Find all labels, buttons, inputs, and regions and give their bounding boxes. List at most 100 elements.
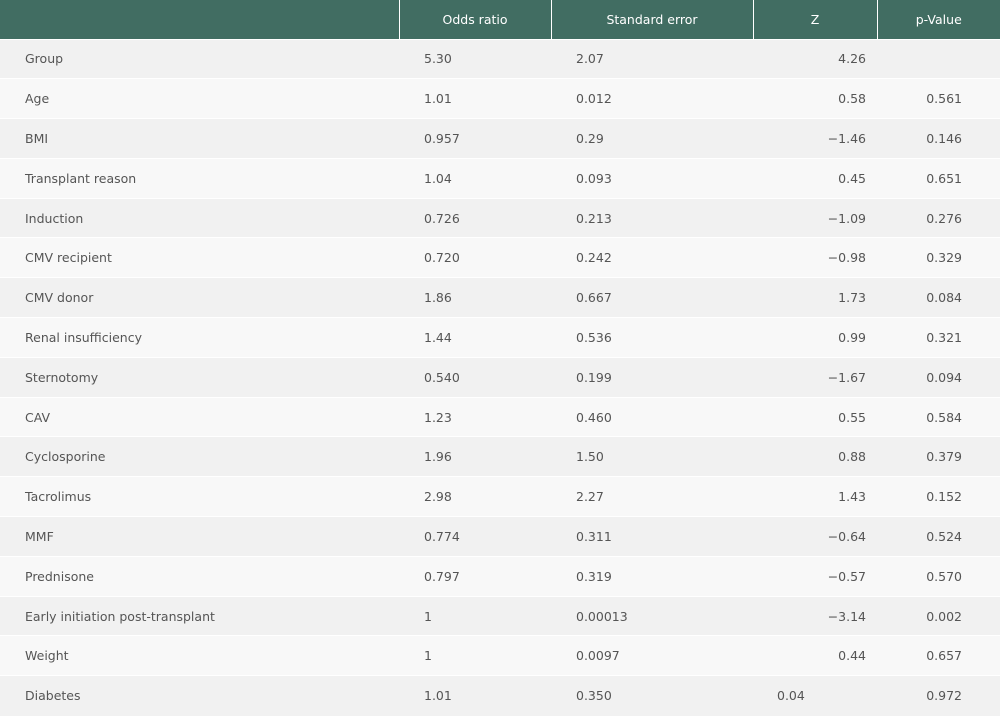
cell-p-value: 0.524	[926, 528, 962, 544]
cell-p-value: 0.276	[926, 210, 962, 226]
header-row: Odds ratio Standard error Z p-Value	[0, 0, 1000, 39]
cell-p-value: 0.321	[926, 329, 962, 345]
cell-z: 0.99	[838, 329, 866, 345]
cell-z: −1.46	[827, 130, 866, 146]
cell-z: −1.67	[827, 369, 866, 385]
cell-odds-ratio: 2.98	[424, 489, 452, 505]
cell-variable: Cyclosporine	[25, 449, 106, 465]
table-row: Age 1.01 0.012 0.58 0.561	[0, 78, 1000, 119]
header-variable	[0, 0, 399, 39]
cell-standard-error: 0.311	[576, 528, 612, 544]
cell-odds-ratio: 1.01	[424, 91, 452, 107]
cell-variable: Prednisone	[25, 568, 94, 584]
cell-p-value: 0.972	[926, 688, 962, 704]
cell-standard-error: 0.350	[576, 688, 612, 704]
cell-odds-ratio: 1.96	[424, 449, 452, 465]
table-row: CMV recipient 0.720 0.242 −0.98 0.329	[0, 237, 1000, 278]
cell-p-value: 0.379	[926, 449, 962, 465]
cell-odds-ratio: 1.04	[424, 170, 452, 186]
cell-standard-error: 0.012	[576, 91, 612, 107]
cell-p-value: 0.651	[926, 170, 962, 186]
table-row: Weight 1 0.0097 0.44 0.657	[0, 635, 1000, 676]
cell-z: 4.26	[838, 51, 866, 67]
cell-odds-ratio: 0.720	[424, 250, 460, 266]
cell-standard-error: 0.29	[576, 130, 604, 146]
cell-z: 1.43	[838, 489, 866, 505]
cell-variable: CMV donor	[25, 290, 94, 306]
cell-odds-ratio: 0.540	[424, 369, 460, 385]
table-row: Renal insufficiency 1.44 0.536 0.99 0.321	[0, 317, 1000, 358]
cell-standard-error: 0.319	[576, 568, 612, 584]
cell-p-value: 0.329	[926, 250, 962, 266]
table-row: Group 5.30 2.07 4.26	[0, 39, 1000, 79]
cell-variable: Early initiation post-transplant	[25, 608, 215, 624]
cell-odds-ratio: 0.774	[424, 528, 460, 544]
cell-standard-error: 0.242	[576, 250, 612, 266]
cell-odds-ratio: 1.01	[424, 688, 452, 704]
cell-z: −1.09	[827, 210, 866, 226]
cell-variable: Weight	[25, 648, 69, 664]
header-z: Z	[752, 0, 877, 39]
cell-variable: CAV	[25, 409, 51, 425]
cell-p-value: 0.584	[926, 409, 962, 425]
cell-standard-error: 1.50	[576, 449, 604, 465]
cell-odds-ratio: 0.957	[424, 130, 460, 146]
cell-variable: Transplant reason	[25, 170, 137, 186]
cell-standard-error: 0.199	[576, 369, 612, 385]
cell-p-value: 0.152	[926, 489, 962, 505]
table-row: Tacrolimus 2.98 2.27 1.43 0.152	[0, 476, 1000, 517]
cell-standard-error: 2.07	[576, 51, 604, 67]
regression-table: Odds ratio Standard error Z p-Value Grou…	[0, 0, 1000, 716]
cell-variable: Tacrolimus	[25, 489, 92, 505]
table-row: Prednisone 0.797 0.319 −0.57 0.570	[0, 556, 1000, 597]
cell-variable: Group	[25, 51, 64, 67]
cell-z: −0.57	[827, 568, 866, 584]
cell-odds-ratio: 1.86	[424, 290, 452, 306]
cell-p-value: 0.146	[926, 130, 962, 146]
table-header: Odds ratio Standard error Z p-Value	[0, 0, 1000, 39]
cell-standard-error: 0.667	[576, 290, 612, 306]
cell-p-value: 0.002	[926, 608, 962, 624]
cell-odds-ratio: 0.726	[424, 210, 460, 226]
cell-z: −3.14	[827, 608, 866, 624]
cell-odds-ratio: 5.30	[424, 51, 452, 67]
header-standard-error: Standard error	[550, 0, 753, 39]
cell-p-value: 0.561	[926, 91, 962, 107]
cell-odds-ratio: 1.44	[424, 329, 452, 345]
cell-variable: CMV recipient	[25, 250, 112, 266]
cell-p-value	[877, 39, 1000, 79]
cell-z: −0.98	[827, 250, 866, 266]
cell-variable: Diabetes	[25, 688, 81, 704]
cell-variable: MMF	[25, 528, 54, 544]
cell-z: 1.73	[838, 290, 866, 306]
cell-p-value: 0.094	[926, 369, 962, 385]
table-row: MMF 0.774 0.311 −0.64 0.524	[0, 516, 1000, 557]
cell-variable: Renal insufficiency	[25, 329, 142, 345]
table-row: Cyclosporine 1.96 1.50 0.88 0.379	[0, 436, 1000, 477]
header-p-value: p-Value	[876, 0, 1000, 39]
cell-z: −0.64	[827, 528, 866, 544]
cell-p-value: 0.084	[926, 290, 962, 306]
table-row: CMV donor 1.86 0.667 1.73 0.084	[0, 277, 1000, 318]
cell-z: 0.88	[838, 449, 866, 465]
cell-variable: Sternotomy	[25, 369, 99, 385]
table-row: Sternotomy 0.540 0.199 −1.67 0.094	[0, 357, 1000, 398]
cell-z: 0.58	[838, 91, 866, 107]
table-row: Transplant reason 1.04 0.093 0.45 0.651	[0, 158, 1000, 199]
table-row: Diabetes 1.01 0.350 0.04 0.972	[0, 675, 1000, 716]
cell-odds-ratio: 0.797	[424, 568, 460, 584]
cell-z: 0.44	[838, 648, 866, 664]
table-row: Early initiation post-transplant 1 0.00013…	[0, 596, 1000, 636]
table-row: Induction 0.726 0.213 −1.09 0.276	[0, 198, 1000, 238]
table-row: BMI 0.957 0.29 −1.46 0.146	[0, 118, 1000, 159]
cell-odds-ratio: 1	[424, 648, 432, 664]
cell-z: 0.45	[838, 170, 866, 186]
cell-standard-error: 2.27	[576, 489, 604, 505]
table-body: Group 5.30 2.07 4.26 Age 1.01 0.012 0.58 0.561 BM…	[0, 39, 1000, 716]
cell-standard-error: 0.093	[576, 170, 612, 186]
regression-table-container: Odds ratio Standard error Z p-Value Grou…	[0, 0, 1000, 716]
cell-standard-error: 0.00013	[576, 608, 628, 624]
cell-variable: BMI	[25, 130, 49, 146]
cell-z: 0.55	[838, 409, 866, 425]
cell-standard-error: 0.0097	[576, 648, 620, 664]
